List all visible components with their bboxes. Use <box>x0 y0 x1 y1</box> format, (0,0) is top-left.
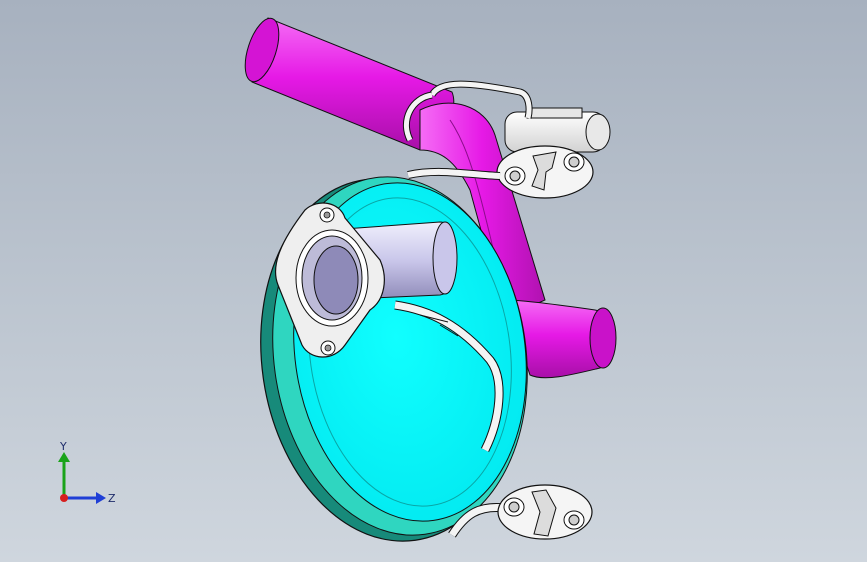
y-axis-arrow <box>58 452 70 462</box>
hanger-isolator-top[interactable] <box>496 145 594 199</box>
y-axis-label: Y <box>59 440 67 453</box>
z-axis-arrow <box>96 492 106 504</box>
x-axis-dot <box>60 494 68 502</box>
exhaust-muffler-model[interactable] <box>0 0 867 562</box>
reference-triad: Y Z <box>58 440 116 505</box>
hanger-isolator-bottom[interactable] <box>497 484 593 540</box>
hanger-rod-top[interactable] <box>407 167 501 180</box>
z-axis-label: Z <box>108 492 116 505</box>
graphics-viewport[interactable]: Y Z <box>0 0 867 562</box>
